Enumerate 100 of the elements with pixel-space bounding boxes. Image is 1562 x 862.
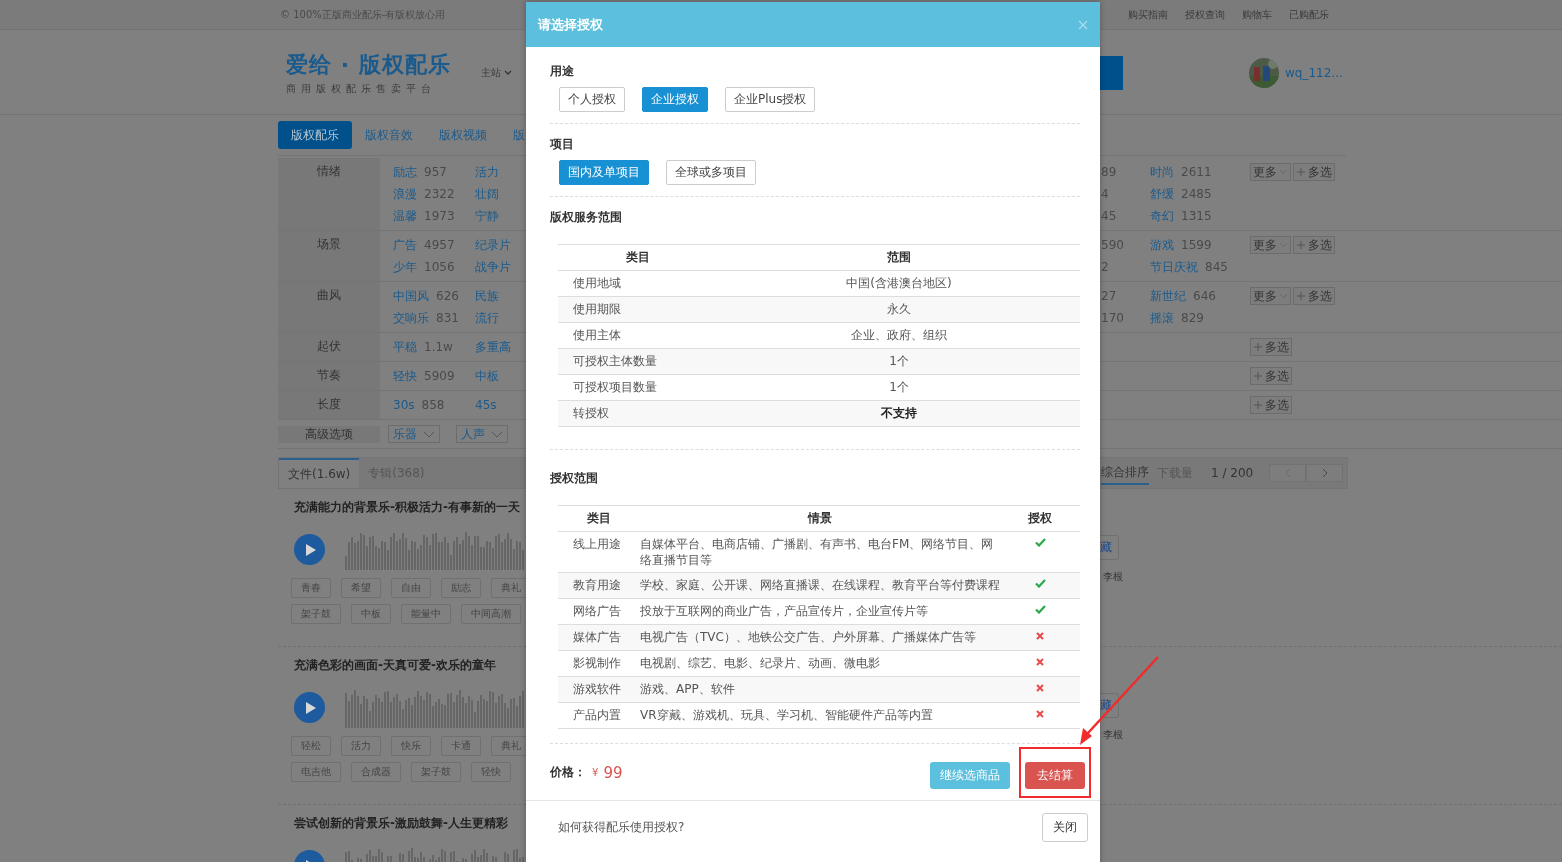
dropdown[interactable]: 人声	[456, 425, 508, 443]
nav-tab[interactable]: 版权配乐	[278, 121, 352, 149]
section-heading: 版权服务范围	[550, 209, 623, 226]
filter-label: 节奏	[278, 362, 380, 390]
multi-select-button[interactable]: 多选	[1250, 338, 1292, 356]
filter-link[interactable]: 宁静	[475, 205, 499, 227]
chevron-right-icon	[1321, 468, 1328, 478]
filter-link[interactable]: 纪录片	[475, 234, 511, 256]
plus-icon	[1296, 240, 1306, 250]
option-button[interactable]: 全球或多项目	[666, 160, 756, 185]
continue-shopping-button[interactable]: 继续选商品	[930, 762, 1010, 789]
filter-link[interactable]: 奇幻	[1150, 205, 1174, 227]
checkout-button[interactable]: 去结算	[1025, 762, 1085, 789]
author-name[interactable]: 李根	[1103, 570, 1123, 584]
table-cell: 不支持	[718, 400, 1080, 427]
track-title[interactable]: 充满能力的背景乐-积极活力-有事新的一天	[278, 499, 526, 516]
plus-icon	[1296, 167, 1306, 177]
table-cell: 学校、家庭、公开课、网络直播课、在线课程、教育平台等付费课程	[640, 572, 1000, 599]
filter-link[interactable]: 中国风	[393, 285, 429, 307]
filter-link[interactable]: 战争片	[475, 256, 511, 278]
plus-icon	[1253, 371, 1263, 381]
filter-link[interactable]: 流行	[475, 307, 499, 329]
filter-link[interactable]: 励志	[393, 161, 417, 183]
table-cell: 中国(含港澳台地区)	[718, 270, 1080, 297]
result-tab[interactable]: 文件(1.6w)	[279, 458, 360, 488]
filter-link[interactable]: 30s	[393, 394, 415, 416]
table-cell: 可授权主体数量	[558, 348, 718, 375]
dialog-title: 请选择授权	[538, 15, 603, 34]
help-link[interactable]: 如何获得配乐使用授权?	[558, 819, 685, 836]
filter-link[interactable]: 民族	[475, 285, 499, 307]
next-button[interactable]	[1306, 464, 1344, 482]
nav-tab[interactable]: 版权音效	[352, 121, 426, 149]
filter-link[interactable]: 平稳	[393, 336, 417, 358]
section-heading: 用途	[550, 63, 575, 80]
table-cell: 使用期限	[558, 296, 718, 323]
table-cell: 电视广告（TVC）、地铁公交广告、户外屏幕、广播媒体广告等	[640, 624, 1000, 651]
filter-link[interactable]: 轻快	[393, 365, 417, 387]
option-button[interactable]: 企业授权	[642, 87, 708, 112]
dropdown[interactable]: 乐器	[388, 425, 440, 443]
user-name[interactable]: wq_112...	[1285, 65, 1343, 80]
section-heading: 项目	[550, 136, 575, 153]
play-button[interactable]	[294, 534, 325, 565]
filter-link[interactable]: 摇滚	[1150, 307, 1174, 329]
filter-link[interactable]: 游戏	[1150, 234, 1174, 256]
multi-select-button[interactable]: 多选	[1293, 287, 1335, 305]
close-button[interactable]: 关闭	[1042, 813, 1088, 842]
chevron-down-icon	[491, 430, 503, 438]
option-button[interactable]: 国内及单项目	[559, 160, 649, 185]
nav-tab[interactable]: 版权视频	[426, 121, 500, 149]
filter-link[interactable]: 45s	[475, 394, 497, 416]
filter-link[interactable]: 舒缓	[1150, 183, 1174, 205]
filter-label: 情绪	[278, 158, 380, 230]
table-cell: 影视制作	[558, 650, 640, 677]
track-title[interactable]: 尝试创新的背景乐-激励鼓舞-人生更精彩	[278, 815, 526, 832]
filter-link[interactable]: 壮阔	[475, 183, 499, 205]
plus-icon	[1253, 400, 1263, 410]
table-cell: 可授权项目数量	[558, 374, 718, 401]
table-cell: 1个	[718, 348, 1080, 375]
option-button[interactable]: 企业Plus授权	[725, 87, 816, 112]
filter-link[interactable]: 浪漫	[393, 183, 417, 205]
filter-link[interactable]: 中板	[475, 365, 499, 387]
site-logo[interactable]: 爱给 · 版权配乐	[286, 49, 451, 80]
column-header: 情景	[640, 505, 1000, 532]
multi-select-button[interactable]: 多选	[1293, 163, 1335, 181]
table-cell: 线上用途	[558, 531, 640, 573]
chevron-down-icon	[423, 430, 435, 438]
multi-select-button[interactable]: 多选	[1250, 396, 1292, 414]
currency-sign: ¥	[592, 767, 599, 778]
table-cell: 永久	[718, 296, 1080, 323]
top-link[interactable]: 授权查询	[1185, 8, 1225, 22]
search-button[interactable]	[1100, 55, 1123, 90]
more-button[interactable]: 更多	[1250, 236, 1291, 254]
close-icon[interactable]	[1078, 19, 1088, 30]
table-cell: 使用地域	[558, 270, 718, 297]
track-title[interactable]: 充满色彩的画面-天真可爱-欢乐的童年	[278, 657, 526, 674]
filter-link[interactable]: 少年	[393, 256, 417, 278]
filter-link[interactable]: 时尚	[1150, 161, 1174, 183]
table-cell: 教育用途	[558, 572, 640, 599]
filter-link[interactable]: 节日庆祝	[1150, 256, 1198, 278]
filter-link[interactable]: 活力	[475, 161, 499, 183]
price-label: 价格：	[550, 764, 586, 781]
option-button[interactable]: 个人授权	[559, 87, 625, 112]
price-value: 99	[603, 763, 623, 782]
filter-link[interactable]: 温馨	[393, 205, 417, 227]
play-button[interactable]	[294, 692, 325, 723]
table-cell: 游戏、APP、软件	[640, 676, 1000, 703]
filter-link[interactable]: 多重高	[475, 336, 511, 358]
more-button[interactable]: 更多	[1250, 287, 1291, 305]
table-cell: 媒体广告	[558, 624, 640, 651]
table-cell: 网络广告	[558, 598, 640, 625]
filter-link[interactable]: 交响乐	[393, 307, 429, 329]
column-header: 范围	[718, 244, 1080, 271]
multi-select-button[interactable]: 多选	[1293, 236, 1335, 254]
filter-link[interactable]: 广告	[393, 234, 417, 256]
table-cell: 企业、政府、组织	[718, 322, 1080, 349]
table-cell: VR穿戴、游戏机、玩具、学习机、智能硬件产品等内置	[640, 702, 1000, 729]
author-name[interactable]: 李根	[1103, 728, 1123, 742]
filter-link[interactable]: 新世纪	[1150, 285, 1186, 307]
multi-select-button[interactable]: 多选	[1250, 367, 1292, 385]
more-button[interactable]: 更多	[1250, 163, 1291, 181]
